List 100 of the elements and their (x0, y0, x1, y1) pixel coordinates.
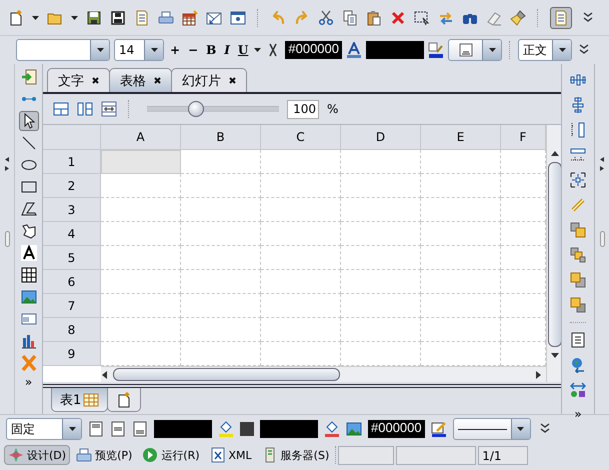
grid-icon[interactable] (18, 265, 38, 285)
mode-button[interactable]: 设计(D) (4, 445, 70, 465)
table-cell[interactable] (261, 222, 341, 246)
distribute-horizontal-icon[interactable] (570, 72, 586, 88)
table-cell[interactable] (341, 318, 421, 342)
table-cell[interactable] (101, 174, 181, 198)
table-cell[interactable] (261, 294, 341, 318)
table-icon[interactable] (182, 10, 198, 26)
document-icon[interactable] (134, 10, 150, 26)
down-arrow-icon[interactable] (550, 351, 558, 359)
grow-font-button[interactable]: + (168, 43, 182, 57)
save-icon[interactable] (86, 10, 102, 26)
paste-icon[interactable] (366, 10, 382, 26)
table-cell[interactable] (181, 270, 261, 294)
font-size-dropdown[interactable]: 14 (114, 39, 164, 61)
table-cell[interactable] (421, 318, 501, 342)
table-cell[interactable] (421, 222, 501, 246)
close-icon[interactable] (229, 77, 236, 84)
table-cell[interactable] (341, 198, 421, 222)
pen-icon[interactable] (430, 421, 447, 437)
pointer-icon[interactable] (18, 111, 38, 131)
table-cell[interactable] (341, 150, 421, 174)
left-arrow-icon[interactable] (101, 370, 109, 378)
table-cell[interactable] (101, 270, 181, 294)
align-top-icon[interactable] (88, 421, 104, 437)
new-file-icon[interactable] (8, 10, 24, 26)
up-arrow-icon[interactable] (550, 150, 558, 158)
table-cell[interactable] (181, 246, 261, 270)
row-header[interactable]: 9 (43, 342, 101, 366)
font-name-dropdown[interactable] (16, 39, 110, 61)
row-header[interactable]: 3 (43, 198, 101, 222)
scissors-icon[interactable] (318, 10, 334, 26)
table-cell[interactable] (101, 198, 181, 222)
mode-button[interactable]: XML (206, 445, 256, 465)
table-cell[interactable] (341, 294, 421, 318)
arrows-shapes-icon[interactable] (570, 382, 586, 398)
list-document-icon[interactable] (570, 332, 586, 348)
table-cell[interactable] (261, 198, 341, 222)
row-header[interactable]: 2 (43, 174, 101, 198)
row-header[interactable]: 1 (43, 150, 101, 174)
line-color-field[interactable]: #000000 (368, 420, 425, 438)
column-header[interactable]: A (101, 125, 181, 150)
highlight-icon[interactable] (428, 42, 444, 58)
vertical-scrollbar[interactable] (546, 125, 561, 382)
zoom-field[interactable]: 100 (287, 100, 319, 118)
document-tab[interactable]: 表格 (109, 68, 172, 92)
table-cell[interactable] (261, 318, 341, 342)
slider-thumb[interactable] (188, 101, 204, 117)
bring-forward-icon[interactable] (570, 247, 586, 263)
same-height-icon[interactable] (570, 147, 586, 163)
send-backward-icon[interactable] (570, 297, 586, 313)
table-cell[interactable] (421, 150, 501, 174)
insert-row-icon[interactable] (53, 101, 69, 117)
picture-icon[interactable] (346, 421, 362, 437)
collapse-arrows-icon[interactable] (599, 157, 605, 171)
delete-icon[interactable] (390, 10, 406, 26)
page-toggle-button[interactable] (550, 6, 572, 28)
row-header[interactable]: 6 (43, 270, 101, 294)
table-cell[interactable] (421, 174, 501, 198)
table-cell[interactable] (341, 270, 421, 294)
table-cell[interactable] (181, 198, 261, 222)
italic-button[interactable]: I (222, 43, 232, 57)
same-width-icon[interactable] (570, 122, 586, 138)
shrink-font-button[interactable]: − (186, 43, 200, 57)
text-tool-icon[interactable] (18, 243, 38, 263)
table-cell[interactable] (181, 294, 261, 318)
splitter-handle[interactable] (4, 231, 10, 247)
close-icon[interactable] (154, 77, 161, 84)
mode-button[interactable]: 服务器(S) (258, 445, 334, 465)
table-cell[interactable] (181, 318, 261, 342)
table-cell[interactable] (261, 246, 341, 270)
bring-to-front-icon[interactable] (570, 222, 586, 238)
envelope-icon[interactable] (206, 10, 222, 26)
row-height-dropdown[interactable]: 固定 (6, 418, 82, 440)
bold-button[interactable]: B (204, 43, 218, 57)
table-cell[interactable] (101, 246, 181, 270)
table-cell[interactable] (101, 318, 181, 342)
eraser-icon[interactable] (486, 10, 502, 26)
table-cell[interactable] (181, 222, 261, 246)
line-style-dropdown[interactable] (452, 418, 531, 440)
table-cell[interactable] (421, 246, 501, 270)
color-swatch[interactable] (366, 41, 424, 59)
table-cell[interactable] (341, 222, 421, 246)
paragraph-style-dropdown[interactable]: 正文 (518, 39, 572, 61)
color-swatch[interactable] (240, 422, 254, 436)
column-header[interactable]: E (421, 125, 501, 150)
table-cell[interactable] (421, 270, 501, 294)
new-sheet-tab[interactable] (107, 388, 142, 412)
floppy-icon[interactable] (110, 10, 126, 26)
document-tab[interactable]: 幻灯片 (171, 68, 247, 92)
swap-arrows-icon[interactable] (438, 10, 454, 26)
row-header[interactable]: 5 (43, 246, 101, 270)
table-cell[interactable] (261, 174, 341, 198)
caret-icon[interactable] (32, 16, 39, 20)
row-header[interactable]: 8 (43, 318, 101, 342)
table-cell[interactable] (341, 174, 421, 198)
more-tools-button[interactable]: » (574, 407, 582, 421)
table-cell[interactable] (101, 222, 181, 246)
collapse-arrows-icon[interactable] (4, 157, 10, 171)
align-bottom-icon[interactable] (132, 421, 148, 437)
